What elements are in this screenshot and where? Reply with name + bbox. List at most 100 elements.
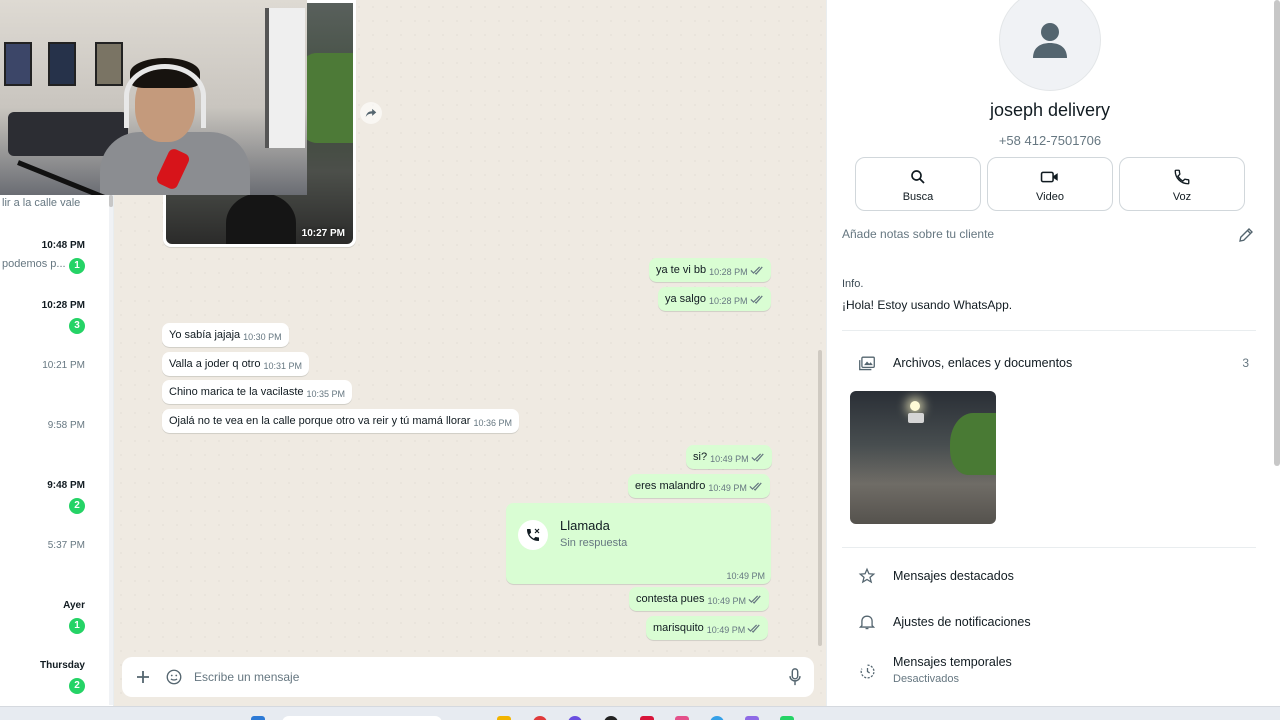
notes-field[interactable]: Añade notas sobre tu cliente xyxy=(842,227,994,241)
message-time: 10:36 PM xyxy=(473,418,512,428)
media-folder-icon xyxy=(859,356,875,371)
message-text: eres malandro xyxy=(635,480,706,492)
incoming-message[interactable]: Valla a joder q otro 10:31 PM xyxy=(162,352,310,376)
files-count: 3 xyxy=(1242,356,1249,370)
message-input[interactable] xyxy=(194,663,774,691)
outgoing-message[interactable]: marisquito 10:49 PM xyxy=(646,616,769,640)
chat-list-item[interactable]: 9:58 PM xyxy=(0,420,108,460)
search-button[interactable]: Busca xyxy=(855,157,981,211)
app-icon[interactable] xyxy=(604,716,618,720)
file-explorer-icon[interactable] xyxy=(497,716,511,720)
double-check-icon xyxy=(747,624,760,633)
message-text: contesta pues xyxy=(636,593,705,605)
double-check-icon xyxy=(750,266,763,275)
chat-list-item[interactable]: Thursday 2 xyxy=(0,660,108,700)
os-taskbar xyxy=(0,706,1280,720)
message-composer xyxy=(122,657,814,697)
temporary-messages-status: Desactivados xyxy=(893,673,960,685)
message-time: 10:49 PM xyxy=(710,454,749,464)
call-time: 10:49 PM xyxy=(726,571,765,581)
outgoing-message[interactable]: ya te vi bb 10:28 PM xyxy=(649,258,771,282)
star-icon-wrap xyxy=(857,566,877,586)
whatsapp-taskbar-icon[interactable] xyxy=(780,716,794,720)
outgoing-message[interactable]: contesta pues 10:49 PM xyxy=(629,587,770,611)
microphone-icon xyxy=(789,668,801,686)
attach-button[interactable] xyxy=(132,666,154,688)
app-icon[interactable] xyxy=(533,716,547,720)
sticker-icon xyxy=(166,669,182,685)
media-thumbnail[interactable] xyxy=(850,391,996,524)
bell-icon xyxy=(859,615,875,630)
disappearing-timer-icon xyxy=(860,663,875,678)
unread-badge: 2 xyxy=(69,678,85,694)
app-icon[interactable] xyxy=(568,716,582,720)
webcam-overlay xyxy=(0,0,307,195)
double-check-icon xyxy=(749,295,763,304)
incoming-message[interactable]: Ojalá no te vea en la calle porque otro … xyxy=(162,409,519,433)
edit-notes-button[interactable] xyxy=(1237,226,1255,244)
call-title: Llamada xyxy=(560,518,610,533)
taskbar-search[interactable] xyxy=(282,716,442,720)
chat-list-item[interactable]: 9:48 PM 2 xyxy=(0,480,108,520)
message-time: 10:31 PM xyxy=(263,361,303,371)
chat-list-item[interactable]: 10:21 PM xyxy=(0,360,108,400)
avatar[interactable] xyxy=(999,0,1101,91)
voice-button-label: Voz xyxy=(1172,191,1192,203)
start-icon[interactable] xyxy=(251,716,265,720)
notification-settings-link[interactable]: Ajustes de notificaciones xyxy=(893,615,1031,629)
chat-time: 5:37 PM xyxy=(47,540,85,551)
contact-phone: +58 412-7501706 xyxy=(998,133,1102,148)
incoming-message[interactable]: Chino marica te la vacilaste 10:35 PM xyxy=(162,380,353,404)
files-links-docs-link[interactable]: Archivos, enlaces y documentos xyxy=(893,356,1072,370)
chat-time: 10:21 PM xyxy=(42,360,85,371)
unread-badge: 2 xyxy=(69,498,85,514)
message-time: 10:35 PM xyxy=(306,389,346,399)
outgoing-message[interactable]: si? 10:49 PM xyxy=(686,445,772,469)
message-time: 10:49 PM xyxy=(706,625,746,635)
missed-call-icon xyxy=(527,528,540,541)
chat-list-item[interactable]: 10:28 PM 3 xyxy=(0,300,108,340)
info-label: Info. xyxy=(842,278,864,290)
chat-time: 10:28 PM xyxy=(41,300,85,311)
app-icon[interactable] xyxy=(675,716,689,720)
message-text: ya salgo xyxy=(665,293,706,305)
video-call-button[interactable]: Video xyxy=(987,157,1113,211)
sticker-button[interactable] xyxy=(163,666,185,688)
app-icon[interactable] xyxy=(710,716,724,720)
conversation-scrollbar[interactable] xyxy=(818,350,822,646)
files-icon-wrap xyxy=(857,353,877,373)
app-icon[interactable] xyxy=(640,716,654,720)
default-avatar-icon xyxy=(1033,23,1067,58)
chat-list-scrollbar-track[interactable] xyxy=(109,195,113,705)
info-scrollbar[interactable] xyxy=(1274,0,1280,466)
search-icon xyxy=(911,170,925,184)
message-text: Valla a joder q otro xyxy=(169,358,261,370)
temporary-messages-link[interactable]: Mensajes temporales xyxy=(893,655,1012,669)
forward-button[interactable] xyxy=(360,102,382,124)
pencil-icon xyxy=(1239,228,1253,242)
incoming-message[interactable]: Yo sabía jajaja 10:30 PM xyxy=(162,323,289,347)
chat-list-item[interactable]: 5:37 PM xyxy=(0,540,108,580)
voice-message-button[interactable] xyxy=(784,666,806,688)
unread-badge: 1 xyxy=(69,258,85,274)
chat-time: 10:48 PM xyxy=(41,240,85,251)
chat-list-snippet[interactable]: lir a la calle vale xyxy=(2,197,80,209)
app-icon[interactable] xyxy=(745,716,759,720)
headset-icon xyxy=(124,64,206,128)
chat-time: Thursday xyxy=(39,660,85,671)
chat-list-item[interactable]: 10:48 PM podemos p... 1 xyxy=(0,240,108,280)
missed-call-message[interactable]: Llamada Sin respuesta 10:49 PM xyxy=(506,503,771,584)
chat-time: 9:48 PM xyxy=(47,480,85,491)
voice-call-button[interactable]: Voz xyxy=(1119,157,1245,211)
chat-list-item[interactable]: Ayer 1 xyxy=(0,600,108,640)
call-icon-circle xyxy=(518,520,548,550)
image-message-time: 10:27 PM xyxy=(301,228,345,239)
outgoing-message[interactable]: eres malandro 10:49 PM xyxy=(628,474,770,498)
chat-list-scrollbar-thumb[interactable] xyxy=(109,195,113,207)
message-text: marisquito xyxy=(653,622,704,634)
outgoing-message[interactable]: ya salgo 10:28 PM xyxy=(658,287,771,311)
message-text: si? xyxy=(693,451,708,463)
starred-messages-link[interactable]: Mensajes destacados xyxy=(893,569,1014,583)
video-button-label: Video xyxy=(1036,191,1064,203)
call-status: Sin respuesta xyxy=(560,537,628,549)
